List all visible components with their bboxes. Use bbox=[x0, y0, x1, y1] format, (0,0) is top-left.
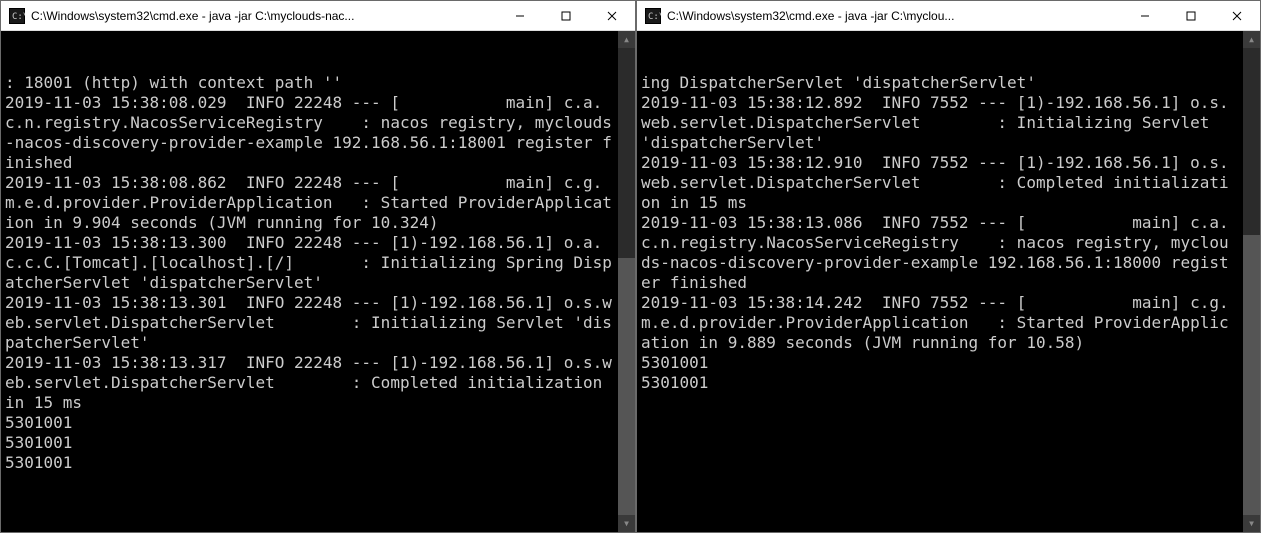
close-button[interactable] bbox=[1214, 1, 1260, 30]
maximize-button[interactable] bbox=[1168, 1, 1214, 30]
scrollbar-thumb[interactable] bbox=[618, 258, 635, 515]
window-controls bbox=[1122, 1, 1260, 30]
maximize-button[interactable] bbox=[543, 1, 589, 30]
scrollbar[interactable]: ▲ ▼ bbox=[618, 31, 635, 532]
cmd-window-right: C:\ C:\Windows\system32\cmd.exe - java -… bbox=[636, 0, 1261, 533]
close-button[interactable] bbox=[589, 1, 635, 30]
titlebar[interactable]: C:\ C:\Windows\system32\cmd.exe - java -… bbox=[637, 1, 1260, 31]
scroll-down-button[interactable]: ▼ bbox=[618, 515, 635, 532]
cmd-icon: C:\ bbox=[645, 8, 661, 24]
scroll-up-button[interactable]: ▲ bbox=[1243, 31, 1260, 48]
cmd-icon: C:\ bbox=[9, 8, 25, 24]
scrollbar-track[interactable] bbox=[618, 48, 635, 515]
terminal-text: ing DispatcherServlet 'dispatcherServlet… bbox=[641, 73, 1256, 393]
terminal-output[interactable]: : 18001 (http) with context path '' 2019… bbox=[1, 31, 635, 532]
svg-text:C:\: C:\ bbox=[648, 12, 661, 22]
minimize-button[interactable] bbox=[497, 1, 543, 30]
scrollbar-thumb[interactable] bbox=[1243, 235, 1260, 515]
titlebar[interactable]: C:\ C:\Windows\system32\cmd.exe - java -… bbox=[1, 1, 635, 31]
scroll-up-button[interactable]: ▲ bbox=[618, 31, 635, 48]
window-controls bbox=[497, 1, 635, 30]
minimize-button[interactable] bbox=[1122, 1, 1168, 30]
terminal-output[interactable]: ing DispatcherServlet 'dispatcherServlet… bbox=[637, 31, 1260, 532]
scroll-down-button[interactable]: ▼ bbox=[1243, 515, 1260, 532]
scrollbar[interactable]: ▲ ▼ bbox=[1243, 31, 1260, 532]
terminal-text: : 18001 (http) with context path '' 2019… bbox=[5, 73, 631, 473]
svg-text:C:\: C:\ bbox=[12, 12, 25, 22]
window-title: C:\Windows\system32\cmd.exe - java -jar … bbox=[31, 9, 497, 23]
cmd-window-left: C:\ C:\Windows\system32\cmd.exe - java -… bbox=[0, 0, 636, 533]
window-title: C:\Windows\system32\cmd.exe - java -jar … bbox=[667, 9, 1122, 23]
scrollbar-track[interactable] bbox=[1243, 48, 1260, 515]
